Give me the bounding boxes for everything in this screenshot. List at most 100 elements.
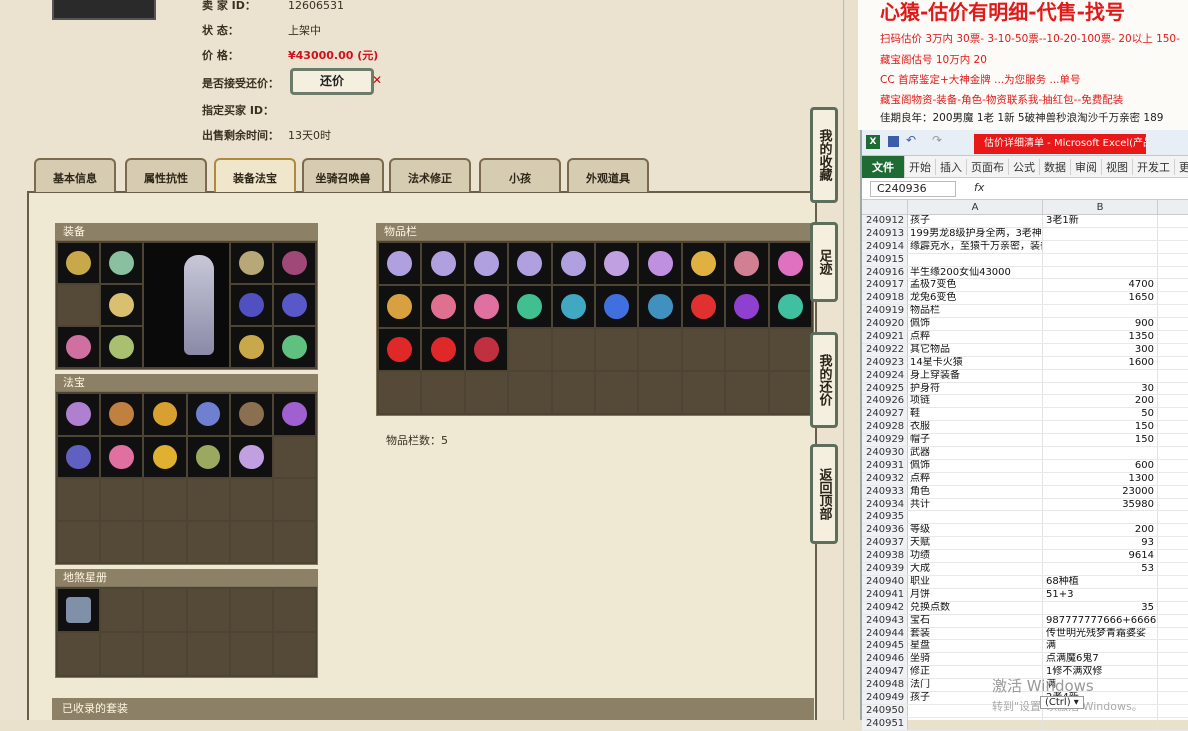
jiasha-slot[interactable]	[58, 633, 100, 675]
cell-a[interactable]: 角色	[908, 485, 1043, 498]
tab-mounts-pets[interactable]: 坐骑召唤兽	[302, 158, 384, 192]
inventory-slot[interactable]	[769, 372, 811, 413]
cell-a[interactable]: 月饼	[908, 588, 1043, 601]
row-number[interactable]: 240918	[862, 292, 908, 305]
row-number[interactable]: 240924	[862, 369, 908, 382]
inventory-slot[interactable]	[596, 243, 638, 284]
inventory-slot[interactable]	[552, 286, 594, 327]
cell-a[interactable]: 鞋	[908, 408, 1043, 421]
cell-b[interactable]	[1043, 253, 1158, 266]
equipment-slot[interactable]	[101, 243, 143, 283]
inventory-slot[interactable]	[682, 329, 725, 370]
inventory-slot[interactable]	[596, 372, 638, 413]
inventory-slot[interactable]	[726, 243, 768, 284]
cell-b[interactable]: 35	[1043, 601, 1158, 614]
row-number[interactable]: 240930	[862, 447, 908, 459]
tab-attributes[interactable]: 属性抗性	[125, 158, 207, 192]
cell-a[interactable]: 其它物品	[908, 343, 1043, 356]
cell-a[interactable]: 孟极7变色	[908, 279, 1043, 292]
inventory-slot[interactable]	[422, 372, 464, 413]
treasure-slot[interactable]	[58, 521, 100, 562]
treasure-slot[interactable]	[144, 436, 186, 477]
jiasha-slot[interactable]	[230, 589, 272, 631]
inventory-slot[interactable]	[552, 243, 594, 284]
cell-b[interactable]: 68种植	[1043, 575, 1158, 588]
cell-a[interactable]: 点粹	[908, 472, 1043, 485]
cell-b[interactable]: 200	[1043, 524, 1158, 537]
cell-a[interactable]	[908, 253, 1043, 266]
inventory-slot[interactable]	[726, 329, 768, 370]
my-favorites-button[interactable]: 我的收藏	[810, 107, 838, 203]
row-number[interactable]: 240932	[862, 472, 908, 485]
cell-a[interactable]: 孩子	[908, 215, 1043, 227]
cell-a[interactable]: 功绩	[908, 550, 1043, 563]
cell-a[interactable]: 武器	[908, 447, 1043, 459]
inventory-slot[interactable]	[726, 372, 768, 413]
treasure-slot[interactable]	[101, 479, 143, 520]
inventory-slot[interactable]	[509, 372, 551, 413]
tab-equipment[interactable]: 装备法宝	[214, 158, 296, 192]
row-number[interactable]: 240938	[862, 550, 908, 563]
treasure-slot[interactable]	[273, 521, 315, 562]
cell-b[interactable]: 987777777666+6666	[1043, 614, 1158, 627]
row-number[interactable]: 240931	[862, 459, 908, 472]
equipment-slot[interactable]	[58, 327, 100, 367]
equipment-slot[interactable]	[58, 285, 100, 325]
back-to-top-button[interactable]: 返回顶部	[810, 444, 838, 544]
treasure-slot[interactable]	[273, 436, 315, 477]
cell-a[interactable]: 套装	[908, 627, 1043, 640]
row-number[interactable]: 240914	[862, 240, 908, 253]
cell-b[interactable]: 51+3	[1043, 588, 1158, 601]
cell-b[interactable]: 53	[1043, 563, 1158, 575]
cell-b[interactable]	[1043, 266, 1158, 279]
jiasha-slot[interactable]	[273, 589, 315, 631]
ribbon-tab[interactable]: 审阅	[1071, 158, 1102, 175]
row-number[interactable]: 240927	[862, 408, 908, 421]
cell-b[interactable]	[1043, 511, 1158, 524]
cell-b[interactable]: 1300	[1043, 472, 1158, 485]
ribbon-tab[interactable]: 开始	[905, 158, 936, 175]
row-number[interactable]: 240941	[862, 588, 908, 601]
equipment-slot[interactable]	[101, 285, 143, 325]
row-number[interactable]: 240925	[862, 382, 908, 395]
cell-a[interactable]: 宝石	[908, 614, 1043, 627]
equipment-slot[interactable]	[273, 327, 315, 367]
cell-a[interactable]: 身上穿装备	[908, 369, 1043, 382]
row-number[interactable]: 240921	[862, 331, 908, 343]
row-number[interactable]: 240944	[862, 627, 908, 640]
row-number[interactable]: 240949	[862, 691, 908, 704]
row-number[interactable]: 240940	[862, 575, 908, 588]
my-bargain-button[interactable]: 我的还价	[810, 332, 838, 428]
inventory-slot[interactable]	[726, 286, 768, 327]
cell-b[interactable]	[1043, 305, 1158, 318]
redo-icon[interactable]: ↷	[932, 133, 942, 147]
column-header-b[interactable]: B	[1043, 200, 1158, 215]
treasure-slot[interactable]	[230, 436, 272, 477]
inventory-slot[interactable]	[769, 243, 811, 284]
undo-icon[interactable]: ↶	[906, 133, 916, 147]
ribbon-tab[interactable]: 公式	[1009, 158, 1040, 175]
ribbon-tab[interactable]: 插入	[936, 158, 967, 175]
inventory-slot[interactable]	[509, 329, 551, 370]
footprint-button[interactable]: 足迹	[810, 222, 838, 302]
jiasha-slot[interactable]	[101, 589, 143, 631]
bargain-button[interactable]: 还价	[290, 68, 374, 95]
inventory-slot[interactable]	[639, 286, 681, 327]
treasure-slot[interactable]	[58, 394, 100, 435]
row-number[interactable]: 240912	[862, 215, 908, 227]
cell-a[interactable]: 龙兔6变色	[908, 292, 1043, 305]
row-number[interactable]: 240929	[862, 434, 908, 447]
paste-options-tip[interactable]: (Ctrl) ▾	[1040, 696, 1084, 709]
cell-b[interactable]: 50	[1043, 408, 1158, 421]
cell-a[interactable]: 星盘	[908, 640, 1043, 653]
page-scrollbar[interactable]	[843, 0, 845, 720]
equipment-slot[interactable]	[230, 285, 272, 325]
jiasha-slot[interactable]	[58, 589, 100, 631]
row-number[interactable]: 240919	[862, 305, 908, 318]
inventory-slot[interactable]	[509, 243, 551, 284]
inventory-slot[interactable]	[596, 286, 638, 327]
treasure-slot[interactable]	[230, 521, 272, 562]
cell-b[interactable]: 传世明光残梦青霜婆娑	[1043, 627, 1158, 640]
equipment-slot[interactable]	[230, 327, 272, 367]
cell-b[interactable]: 9614	[1043, 550, 1158, 563]
